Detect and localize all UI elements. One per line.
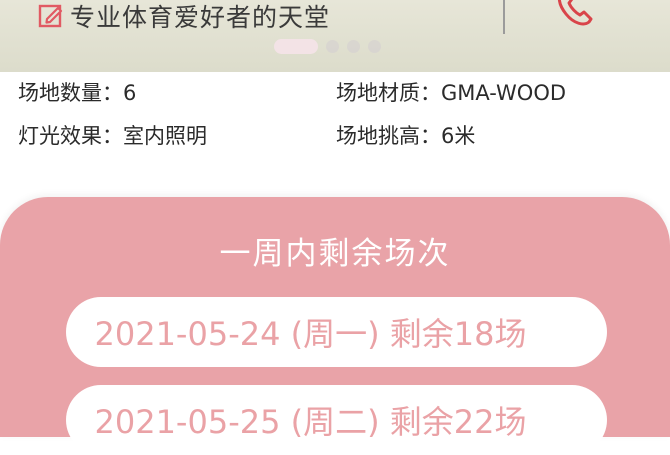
day-session-label: 2021-05-25 (周二) 剩余22场 xyxy=(94,403,527,441)
lighting-effect: 灯光效果：室内照明 xyxy=(18,124,207,148)
carousel-indicator xyxy=(274,39,381,54)
ceiling-height: 场地挑高：6米 xyxy=(336,124,476,148)
banner-divider xyxy=(503,0,505,34)
carousel-dot[interactable] xyxy=(368,40,381,53)
court-material: 场地材质：GMA-WOOD xyxy=(336,81,567,105)
court-count: 场地数量：6 xyxy=(18,81,137,105)
carousel-dot-active[interactable] xyxy=(274,39,318,54)
sessions-title: 一周内剩余场次 xyxy=(219,236,451,272)
phone-icon[interactable] xyxy=(552,0,596,30)
venue-banner[interactable]: 专业体育爱好者的天堂 xyxy=(0,0,670,72)
carousel-dot[interactable] xyxy=(347,40,360,53)
banner-tagline: 专业体育爱好者的天堂 xyxy=(70,3,331,32)
edit-icon xyxy=(38,4,63,28)
day-session-button[interactable]: 2021-05-24 (周一) 剩余18场 xyxy=(66,297,607,367)
day-session-label: 2021-05-24 (周一) 剩余18场 xyxy=(94,315,527,353)
carousel-dot[interactable] xyxy=(326,40,339,53)
day-session-button[interactable]: 2021-05-25 (周二) 剩余22场 xyxy=(66,385,607,455)
banner-tagline-row: 专业体育爱好者的天堂 xyxy=(38,0,330,34)
